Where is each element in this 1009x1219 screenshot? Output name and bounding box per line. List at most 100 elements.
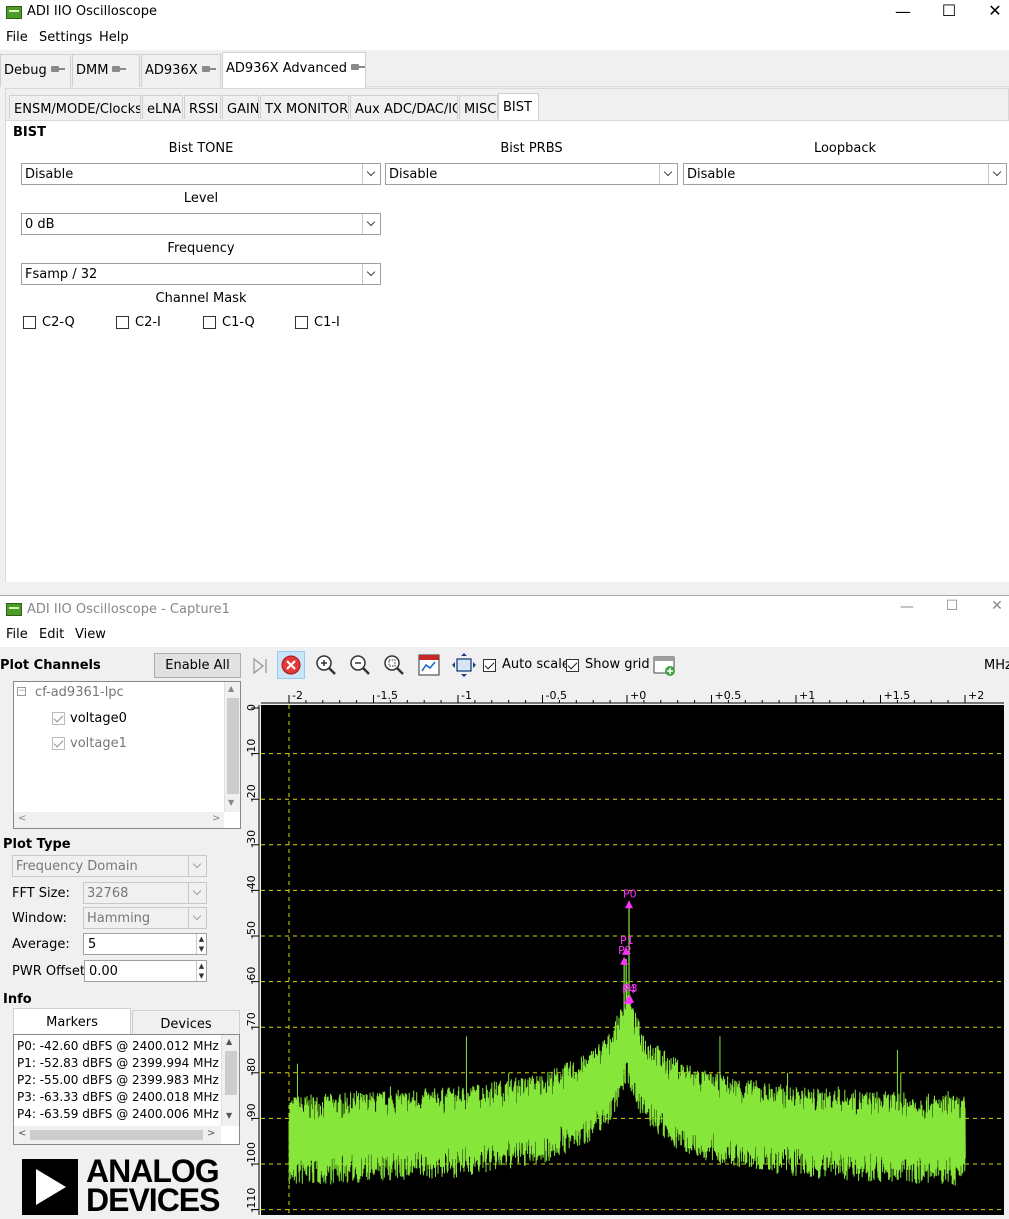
tree-hscrollbar[interactable]: < > bbox=[14, 812, 224, 828]
window-select[interactable]: Hamming bbox=[83, 907, 207, 929]
checkbox-c1-i[interactable] bbox=[295, 316, 308, 329]
markers-hscrollbar[interactable]: < > bbox=[14, 1126, 221, 1144]
chevron-down-icon bbox=[188, 856, 206, 876]
zoom-in-icon[interactable] bbox=[312, 651, 340, 679]
menu-help[interactable]: Help bbox=[99, 30, 129, 45]
select-value: Frequency Domain bbox=[16, 859, 138, 874]
minimize-icon[interactable]: — bbox=[880, 2, 926, 21]
tab-ad936x-advanced[interactable]: AD936X Advanced bbox=[222, 52, 366, 88]
scroll-down-icon[interactable]: ▼ bbox=[228, 798, 234, 807]
new-window-icon[interactable] bbox=[650, 651, 678, 679]
level-select[interactable]: 0 dB bbox=[21, 213, 381, 235]
x-tick-label: +0 bbox=[630, 689, 646, 702]
checkbox-c2-i[interactable] bbox=[116, 316, 129, 329]
voltage1-checkbox[interactable] bbox=[52, 737, 65, 750]
bist-panel: BIST Bist TONE Disable Bist PRBS Disable… bbox=[6, 120, 1009, 582]
minimize-icon[interactable]: — bbox=[884, 599, 930, 615]
tab-dmm[interactable]: DMM bbox=[72, 54, 140, 87]
loopback-select[interactable]: Disable bbox=[683, 163, 1007, 185]
tree-scrollbar[interactable]: ▲ ▼ bbox=[224, 682, 240, 812]
step-forward-icon[interactable] bbox=[246, 651, 274, 679]
spin-up-icon[interactable]: ▲ bbox=[196, 961, 206, 971]
tab-rssi[interactable]: RSSI bbox=[184, 95, 221, 119]
x-tick-label: +1.5 bbox=[884, 689, 911, 702]
fft-size-label: FFT Size: bbox=[12, 886, 70, 901]
scroll-right-icon[interactable]: > bbox=[207, 1128, 215, 1139]
markers-scrollbar[interactable]: ▲ ▼ bbox=[221, 1035, 239, 1126]
menu-edit[interactable]: Edit bbox=[39, 627, 64, 642]
device-node[interactable]: cf-ad9361-lpc bbox=[35, 685, 124, 700]
scroll-thumb[interactable] bbox=[30, 1130, 203, 1140]
maximize-icon[interactable]: ☐ bbox=[929, 598, 975, 614]
tab-label: MISC bbox=[464, 102, 497, 117]
voltage0-checkbox[interactable] bbox=[52, 712, 65, 725]
pwr-offset-spinbox[interactable]: 0.00 ▲ ▼ bbox=[84, 960, 207, 982]
show-grid-checkbox[interactable] bbox=[566, 659, 579, 672]
tab-devices[interactable]: Devices bbox=[132, 1010, 240, 1034]
close-icon[interactable]: ✕ bbox=[972, 1, 1009, 20]
bist-prbs-select[interactable]: Disable bbox=[385, 163, 678, 185]
checkbox-c2-q[interactable] bbox=[23, 316, 36, 329]
capture-window-title: ADI IIO Oscilloscope - Capture1 bbox=[27, 602, 230, 617]
menu-view[interactable]: View bbox=[75, 627, 106, 642]
bist-tone-select[interactable]: Disable bbox=[21, 163, 381, 185]
tab-label: eLNA bbox=[147, 102, 181, 117]
enable-all-button[interactable]: Enable All bbox=[154, 653, 241, 678]
spin-down-icon[interactable]: ▼ bbox=[196, 971, 206, 981]
tab-elna[interactable]: eLNA bbox=[142, 95, 183, 119]
frequency-select[interactable]: Fsamp / 32 bbox=[21, 263, 381, 285]
tab-ad936x[interactable]: AD936X bbox=[141, 54, 221, 87]
tab-aux-adc-dac-io[interactable]: Aux ADC/DAC/IO bbox=[350, 95, 458, 119]
select-value: Disable bbox=[389, 167, 438, 182]
tab-tx-monitor[interactable]: TX MONITOR bbox=[260, 95, 349, 119]
spin-down-icon[interactable]: ▼ bbox=[196, 944, 206, 954]
zoom-out-icon[interactable] bbox=[346, 651, 374, 679]
select-value: 0 dB bbox=[25, 217, 55, 232]
zoom-fit-icon[interactable] bbox=[380, 651, 408, 679]
select-value: Disable bbox=[25, 167, 74, 182]
x-tick-label: +2 bbox=[968, 689, 984, 702]
info-title: Info bbox=[3, 992, 32, 1007]
bist-prbs-label: Bist PRBS bbox=[500, 141, 563, 156]
tab-misc[interactable]: MISC bbox=[459, 95, 498, 119]
scroll-up-icon[interactable]: ▲ bbox=[226, 1037, 232, 1046]
scroll-up-icon[interactable]: ▲ bbox=[228, 684, 234, 693]
collapse-icon[interactable]: − bbox=[17, 687, 26, 696]
x-tick-label: -2 bbox=[292, 689, 303, 702]
auto-scale-checkbox[interactable] bbox=[483, 659, 496, 672]
plug-icon bbox=[112, 64, 127, 74]
tab-ensm-mode-clocks[interactable]: ENSM/MODE/Clocks bbox=[9, 95, 141, 119]
fullscreen-icon[interactable] bbox=[450, 651, 478, 679]
scroll-right-icon[interactable]: > bbox=[212, 813, 220, 824]
spin-value: 0.00 bbox=[89, 964, 118, 979]
stop-capture-button[interactable] bbox=[277, 651, 305, 679]
tab-label: Markers bbox=[46, 1015, 98, 1030]
select-value: Hamming bbox=[87, 911, 151, 926]
average-spinbox[interactable]: 5 ▲ ▼ bbox=[83, 933, 207, 955]
spin-up-icon[interactable]: ▲ bbox=[196, 934, 206, 944]
menu-file[interactable]: File bbox=[6, 30, 28, 45]
menu-settings[interactable]: Settings bbox=[39, 30, 92, 45]
fft-size-select[interactable]: 32768 bbox=[83, 882, 207, 904]
tab-bist[interactable]: BIST bbox=[498, 93, 539, 120]
tab-label: GAIN bbox=[227, 102, 259, 117]
tab-label: ENSM/MODE/Clocks bbox=[14, 102, 141, 117]
scroll-left-icon[interactable]: < bbox=[18, 1128, 26, 1139]
spectrum-plot[interactable]: -2 -1.5 -1 -0.5 +0 +0.5 +1 +1.5 +2 0 -10 -20 -30 -40 -… bbox=[243, 683, 1009, 1217]
save-icon[interactable] bbox=[415, 651, 443, 679]
capture-title-bar: ADI IIO Oscilloscope - Capture1 — ☐ ✕ bbox=[0, 596, 1009, 623]
plot-type-select[interactable]: Frequency Domain bbox=[12, 855, 207, 877]
scroll-thumb[interactable] bbox=[227, 698, 239, 794]
scroll-down-icon[interactable]: ▼ bbox=[226, 1111, 232, 1120]
tab-debug[interactable]: Debug bbox=[0, 54, 71, 87]
bist-section-title: BIST bbox=[13, 125, 46, 140]
maximize-icon[interactable]: ☐ bbox=[926, 1, 972, 20]
scroll-left-icon[interactable]: < bbox=[18, 813, 26, 824]
checkbox-c1-q[interactable] bbox=[203, 316, 216, 329]
tab-markers[interactable]: Markers bbox=[13, 1008, 131, 1034]
menu-file[interactable]: File bbox=[6, 627, 28, 642]
tab-gain[interactable]: GAIN bbox=[222, 95, 259, 119]
close-icon[interactable]: ✕ bbox=[974, 598, 1009, 614]
y-tick-label: -20 bbox=[245, 784, 258, 802]
scroll-thumb[interactable] bbox=[225, 1051, 237, 1095]
